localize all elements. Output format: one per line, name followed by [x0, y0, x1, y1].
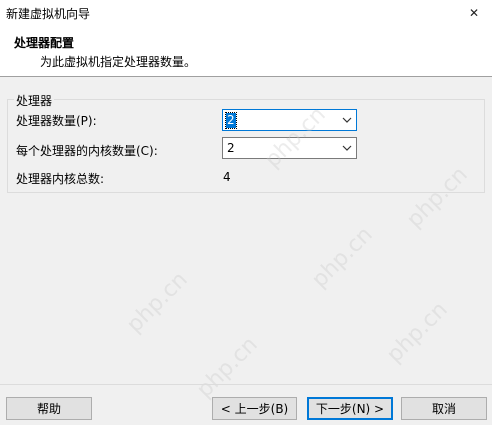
cores-per-cpu-label: 每个处理器的内核数量(C):: [16, 144, 158, 158]
cpu-count-label: 处理器数量(P):: [16, 114, 97, 128]
back-button[interactable]: < 上一步(B): [212, 397, 297, 420]
groupbox-legend: 处理器: [14, 92, 55, 109]
chevron-down-icon: [342, 117, 352, 123]
page-subtitle: 为此虚拟机指定处理器数量。: [40, 55, 197, 69]
cancel-button[interactable]: 取消: [401, 397, 487, 420]
cpu-count-value: 2: [225, 112, 237, 129]
watermark: php.cn: [382, 297, 453, 368]
watermark: php.cn: [307, 222, 378, 293]
cores-per-cpu-value: 2: [227, 141, 235, 155]
help-button[interactable]: 帮助: [6, 397, 92, 420]
cores-per-cpu-select[interactable]: 2: [222, 137, 357, 159]
watermark: php.cn: [192, 332, 263, 403]
total-cores-label: 处理器内核总数:: [16, 172, 105, 186]
next-button[interactable]: 下一步(N) >: [307, 397, 393, 420]
window-title: 新建虚拟机向导: [6, 7, 91, 21]
title-bar: 新建虚拟机向导 ✕: [0, 0, 492, 28]
watermark: php.cn: [122, 267, 193, 338]
wizard-header: 处理器配置 为此虚拟机指定处理器数量。: [0, 28, 492, 77]
page-title: 处理器配置: [14, 36, 75, 50]
close-icon[interactable]: ✕: [456, 0, 492, 26]
cpu-count-select[interactable]: 2: [222, 109, 357, 131]
total-cores-value: 4: [223, 170, 231, 184]
footer-divider: [0, 384, 492, 385]
chevron-down-icon: [342, 145, 352, 151]
